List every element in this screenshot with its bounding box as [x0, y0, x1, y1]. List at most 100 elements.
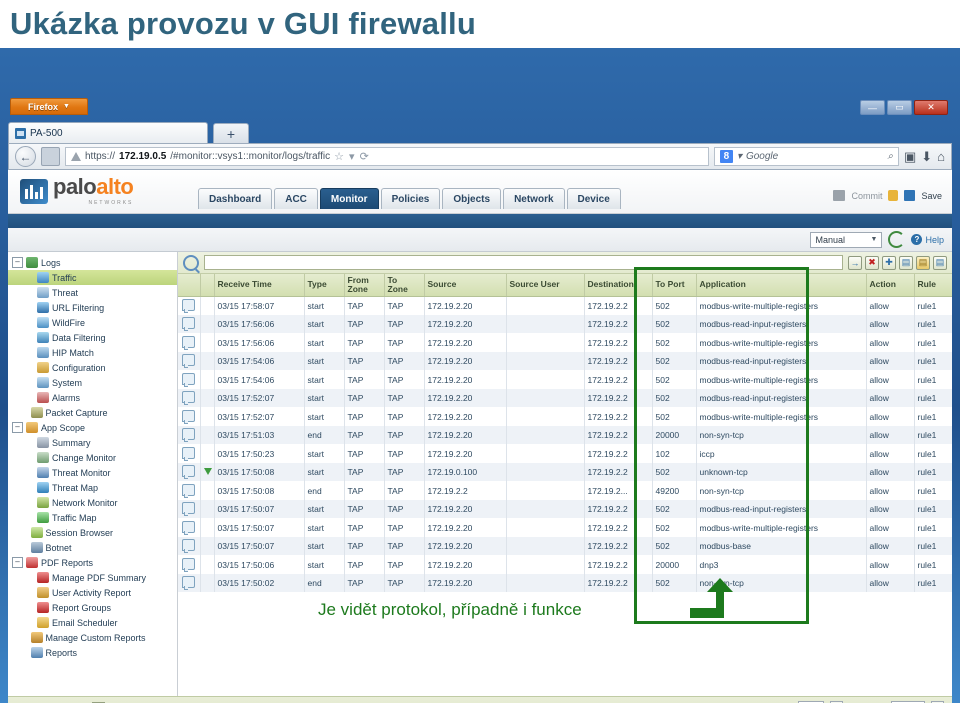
table-row[interactable]: 03/15 17:50:07 start TAP TAP 172.19.2.20 172.…: [178, 536, 952, 556]
column-header-to-zone[interactable]: To Zone: [384, 274, 425, 297]
search-input[interactable]: 8 ▾ Google ⌕: [713, 147, 899, 166]
sidebar-item-traffic-map[interactable]: Traffic Map: [8, 510, 177, 525]
home-icon[interactable]: ⌂: [937, 149, 945, 164]
sidebar-item-data-filtering[interactable]: Data Filtering: [8, 330, 177, 345]
table-row[interactable]: 03/15 17:50:02 end TAP TAP 172.19.2.20 172.19…: [178, 573, 952, 593]
column-header-from-zone[interactable]: From Zone: [344, 274, 385, 297]
row-detail-cell[interactable]: [178, 481, 201, 500]
row-detail-cell[interactable]: [178, 425, 201, 445]
download-arrow-icon[interactable]: [203, 468, 212, 476]
row-detail-cell[interactable]: [178, 573, 201, 593]
log-detail-icon[interactable]: [182, 409, 196, 424]
search-icon[interactable]: ⌕: [887, 151, 893, 162]
back-button[interactable]: ←: [15, 146, 36, 167]
sidebar-item-traffic[interactable]: Traffic: [8, 270, 177, 285]
sidebar-item-pdf-reports[interactable]: – PDF Reports: [8, 555, 177, 570]
row-detail-cell[interactable]: [178, 518, 201, 537]
column-header-destination[interactable]: Destination: [584, 274, 653, 297]
table-row[interactable]: 03/15 17:58:07 start TAP TAP 172.19.2.20 172.…: [178, 296, 952, 315]
column-header-source[interactable]: Source: [424, 274, 507, 297]
sidebar-item-email-scheduler[interactable]: Email Scheduler: [8, 615, 177, 630]
log-detail-icon[interactable]: [182, 520, 196, 535]
search-icon[interactable]: [183, 254, 199, 271]
refresh-mode-select[interactable]: Manual ▼: [810, 231, 883, 248]
new-tab-button[interactable]: +: [213, 123, 249, 143]
sidebar-item-session-browser[interactable]: Session Browser: [8, 525, 177, 540]
sidebar-item-network-monitor[interactable]: Network Monitor: [8, 495, 177, 510]
save-filter-button[interactable]: ▤: [899, 255, 913, 270]
log-detail-icon[interactable]: [182, 576, 196, 591]
tree-collapse-icon[interactable]: –: [12, 422, 23, 433]
row-detail-cell[interactable]: [178, 407, 201, 426]
table-row[interactable]: 03/15 17:54:06 start TAP TAP 172.19.2.20 172.…: [178, 351, 952, 371]
sidebar-item-manage-custom-reports[interactable]: Manage Custom Reports: [8, 630, 177, 645]
bookmarks-icon[interactable]: ▣: [904, 149, 916, 165]
close-button[interactable]: ✕: [914, 100, 948, 115]
save-button[interactable]: Save: [921, 191, 942, 201]
table-row[interactable]: 03/15 17:56:06 start TAP TAP 172.19.2.20 172.…: [178, 314, 952, 334]
log-detail-icon[interactable]: [182, 335, 196, 350]
sidebar-item-system[interactable]: System: [8, 375, 177, 390]
log-detail-icon[interactable]: [182, 483, 196, 498]
sidebar-item-packet-capture[interactable]: Packet Capture: [8, 405, 177, 420]
log-detail-icon[interactable]: [182, 354, 196, 369]
column-header[interactable]: [178, 274, 201, 297]
sort-order-select[interactable]: DESC: [891, 701, 925, 703]
tab-policies[interactable]: Policies: [380, 188, 441, 209]
column-header-rule[interactable]: Rule: [914, 274, 952, 297]
row-detail-cell[interactable]: [178, 351, 201, 371]
clear-filter-button[interactable]: ✖: [865, 255, 879, 270]
lock-icon[interactable]: [888, 190, 899, 201]
sidebar-item-app-scope[interactable]: – App Scope: [8, 420, 177, 435]
sidebar-item-reports[interactable]: Reports: [8, 645, 177, 660]
download-icon[interactable]: ⬇: [921, 149, 932, 165]
sidebar-item-threat-monitor[interactable]: Threat Monitor: [8, 465, 177, 480]
add-filter-button[interactable]: ✚: [882, 255, 896, 270]
table-row[interactable]: 03/15 17:50:23 start TAP TAP 172.19.2.20 172.…: [178, 444, 952, 463]
table-row[interactable]: 03/15 17:51:03 end TAP TAP 172.19.2.20 172.19…: [178, 425, 952, 445]
sidebar-item-user-activity-report[interactable]: User Activity Report: [8, 585, 177, 600]
sidebar-item-url-filtering[interactable]: URL Filtering: [8, 300, 177, 315]
tab-pa-500[interactable]: PA-500: [8, 122, 208, 143]
row-detail-cell[interactable]: [178, 536, 201, 556]
sort-order-dropdown-icon[interactable]: ▼: [931, 701, 944, 703]
row-detail-cell[interactable]: [178, 499, 201, 519]
column-header-action[interactable]: Action: [866, 274, 915, 297]
row-detail-cell[interactable]: [178, 388, 201, 408]
tab-monitor[interactable]: Monitor: [319, 188, 379, 209]
apply-filter-button[interactable]: →: [848, 255, 862, 270]
sidebar-item-logs[interactable]: – Logs: [8, 255, 177, 270]
row-detail-cell[interactable]: [178, 462, 201, 482]
log-detail-icon[interactable]: [182, 446, 196, 461]
sidebar-item-botnet[interactable]: Botnet: [8, 540, 177, 555]
table-row[interactable]: 03/15 17:50:08 end TAP TAP 172.19.2.2 172.19.…: [178, 481, 952, 500]
log-detail-icon[interactable]: [182, 298, 196, 313]
reload-icon[interactable]: ⟳: [360, 150, 369, 163]
sidebar-item-threat[interactable]: Threat: [8, 285, 177, 300]
sidebar-item-configuration[interactable]: Configuration: [8, 360, 177, 375]
filter-input[interactable]: [204, 255, 843, 270]
log-detail-icon[interactable]: [182, 557, 196, 572]
column-header-receive-time[interactable]: Receive Time: [214, 274, 305, 297]
table-row[interactable]: 03/15 17:54:06 start TAP TAP 172.19.2.20 172.…: [178, 370, 952, 389]
export-logs-button[interactable]: ▤: [933, 255, 947, 270]
resolve-hostname-checkbox[interactable]: [92, 702, 106, 703]
table-row[interactable]: 03/15 17:56:06 start TAP TAP 172.19.2.20 172.…: [178, 333, 952, 352]
row-detail-cell[interactable]: [178, 444, 201, 463]
sidebar-item-summary[interactable]: Summary: [8, 435, 177, 450]
commit-button[interactable]: Commit: [851, 191, 882, 201]
sidebar-item-manage-pdf-summary[interactable]: Manage PDF Summary: [8, 570, 177, 585]
sidebar-item-change-monitor[interactable]: Change Monitor: [8, 450, 177, 465]
tree-collapse-icon[interactable]: –: [12, 557, 23, 568]
tab-acc[interactable]: ACC: [274, 188, 318, 209]
log-detail-icon[interactable]: [182, 465, 196, 480]
log-detail-icon[interactable]: [182, 502, 196, 517]
log-detail-icon[interactable]: [182, 428, 196, 443]
help-link[interactable]: ? Help: [911, 234, 944, 245]
minimize-button[interactable]: —: [860, 100, 885, 115]
column-header-application[interactable]: Application: [696, 274, 867, 297]
tab-dashboard[interactable]: Dashboard: [198, 188, 273, 209]
site-identity-icon[interactable]: [41, 147, 60, 166]
url-input[interactable]: https://172.19.0.5/#monitor::vsys1::moni…: [65, 147, 709, 166]
sidebar-item-threat-map[interactable]: Threat Map: [8, 480, 177, 495]
